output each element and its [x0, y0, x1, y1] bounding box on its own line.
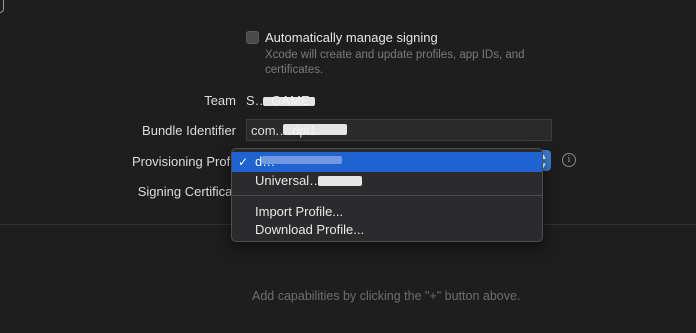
- redaction-patch: [318, 176, 362, 186]
- team-label: Team: [204, 93, 236, 108]
- menu-item-profile-universal[interactable]: Universal…: [232, 171, 542, 191]
- bundle-identifier-label: Bundle Identifier: [142, 123, 236, 138]
- window-corner-icon: [0, 0, 4, 13]
- menu-item-download-profile[interactable]: Download Profile...: [232, 220, 542, 240]
- menu-item-label: Download Profile...: [255, 222, 365, 237]
- menu-separator: [232, 195, 542, 196]
- redaction-patch: [263, 97, 315, 106]
- checkmark-icon: ✓: [238, 155, 249, 169]
- redaction-patch: [262, 156, 342, 164]
- signing-certificate-label: Signing Certificat: [137, 184, 236, 199]
- provisioning-profile-label: Provisioning Profil: [131, 154, 236, 169]
- auto-manage-signing-checkbox[interactable]: [246, 31, 259, 44]
- auto-manage-signing-description: Xcode will create and update profiles, a…: [265, 49, 525, 76]
- info-icon[interactable]: i: [562, 153, 576, 167]
- menu-item-label: Universal…: [255, 173, 323, 188]
- menu-item-import-profile[interactable]: Import Profile...: [232, 202, 542, 222]
- auto-manage-signing-label[interactable]: Automatically manage signing: [265, 30, 438, 45]
- menu-item-label: Import Profile...: [255, 204, 344, 219]
- capabilities-hint: Add capabilities by clicking the "+" but…: [252, 289, 521, 303]
- redaction-patch: [283, 124, 347, 135]
